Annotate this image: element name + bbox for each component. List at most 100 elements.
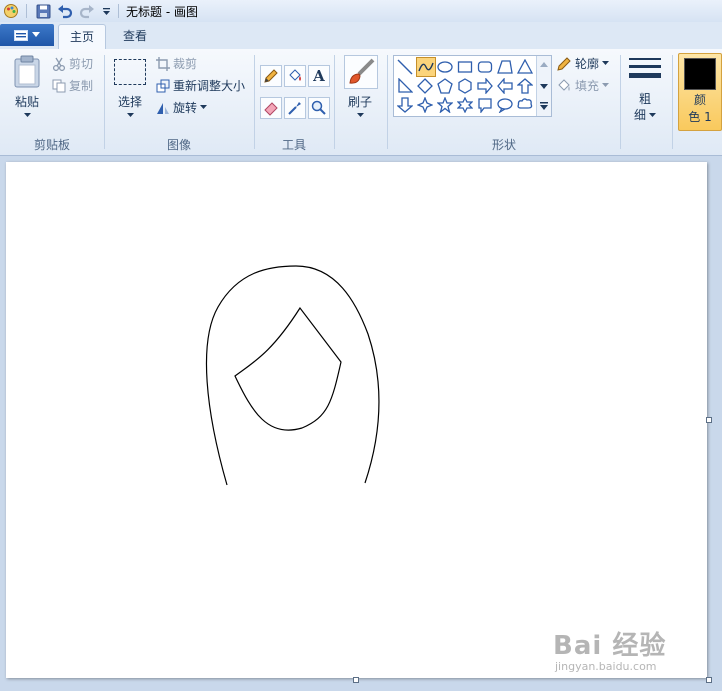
chevron-down-icon — [602, 61, 610, 65]
paint-app-icon[interactable] — [2, 2, 20, 20]
crop-button[interactable]: 裁剪 — [156, 55, 197, 72]
chevron-down-icon[interactable] — [127, 113, 134, 118]
divider — [104, 55, 105, 149]
fill-button[interactable]: 填充 — [556, 77, 610, 94]
polygon-shape[interactable] — [496, 58, 514, 76]
ribbon-home: 粘贴 剪切 复制 剪贴板 选择 裁剪 重新调整大小 旋转 图像 A 工具 刷子 … — [0, 49, 722, 156]
size-button[interactable] — [628, 57, 662, 88]
line-width-icon — [629, 58, 661, 78]
chevron-down-icon — [200, 105, 208, 109]
customize-quick-access-icon[interactable] — [100, 2, 112, 20]
divider — [254, 55, 255, 149]
group-label-tools: 工具 — [281, 138, 306, 152]
magnifier-tool[interactable] — [308, 97, 330, 119]
up-arrow-shape[interactable] — [516, 77, 534, 95]
group-label-clipboard: 剪贴板 — [33, 138, 70, 152]
cut-button[interactable]: 剪切 — [52, 55, 93, 72]
brush-button[interactable] — [344, 55, 378, 89]
magnifier-icon — [311, 100, 326, 115]
paint-menu-button[interactable] — [0, 24, 54, 46]
selection-icon — [114, 59, 146, 85]
color1-label-line2: 色 1 — [688, 110, 712, 124]
chevron-down-icon — [649, 112, 656, 117]
eraser-tool[interactable] — [260, 97, 282, 119]
paste-icon — [14, 55, 40, 88]
curve-shape[interactable] — [416, 57, 436, 77]
redo-icon[interactable] — [78, 2, 96, 20]
gallery-expand-icon[interactable] — [540, 102, 548, 110]
pentagon-shape[interactable] — [436, 77, 454, 95]
scroll-up-icon[interactable] — [540, 62, 548, 67]
size-label-line1: 粗 — [638, 92, 651, 106]
hexagon-shape[interactable] — [456, 77, 474, 95]
color1-button[interactable]: 颜 色 1 — [678, 53, 722, 131]
oval-shape[interactable] — [436, 58, 454, 76]
chevron-down-icon[interactable] — [24, 113, 31, 118]
color-picker-tool[interactable] — [284, 97, 306, 119]
group-label-shapes: 形状 — [491, 138, 516, 152]
tab-home[interactable]: 主页 — [58, 24, 106, 49]
outline-pencil-icon — [557, 56, 571, 71]
cloud-callout-shape[interactable] — [516, 96, 534, 114]
drawn-face-outline — [205, 265, 380, 486]
undo-icon[interactable] — [56, 2, 74, 20]
line-shape[interactable] — [396, 58, 414, 76]
baidu-jingyan-watermark: Bai 经验 jingyan.baidu.com — [553, 625, 666, 673]
divider — [26, 4, 27, 18]
fill-label: 填充 — [575, 79, 600, 93]
divider — [387, 55, 388, 149]
rotate-label: 旋转 — [173, 101, 198, 115]
brush-label: 刷子 — [347, 95, 372, 109]
text-tool[interactable]: A — [308, 65, 330, 87]
paste-label: 粘贴 — [14, 95, 39, 109]
chevron-down-icon[interactable] — [357, 113, 364, 118]
divider — [620, 55, 621, 149]
size-label-line2: 细 — [633, 108, 646, 122]
color1-swatch — [684, 58, 716, 90]
scroll-down-icon[interactable] — [540, 84, 548, 89]
diamond-shape[interactable] — [416, 77, 434, 95]
eraser-icon — [264, 102, 278, 116]
resize-button[interactable]: 重新调整大小 — [156, 77, 245, 94]
tab-view[interactable]: 查看 — [112, 24, 158, 48]
crop-icon — [156, 56, 170, 71]
save-icon[interactable] — [34, 2, 52, 20]
rounded-callout-shape[interactable] — [476, 96, 494, 114]
menu-icon — [14, 29, 28, 41]
divider — [672, 55, 673, 149]
shapes-scrollbar[interactable] — [536, 56, 551, 116]
title-bar: 无标题 - 画图 — [0, 0, 722, 23]
fill-bucket-icon — [289, 69, 301, 81]
shapes-gallery — [393, 55, 552, 117]
six-point-star-shape[interactable] — [456, 96, 474, 114]
four-point-star-shape[interactable] — [416, 96, 434, 114]
fill-tool[interactable] — [284, 65, 306, 87]
pencil-tool[interactable] — [260, 65, 282, 87]
drawing-canvas[interactable] — [6, 162, 707, 678]
outline-button[interactable]: 轮廓 — [556, 55, 610, 72]
canvas-resize-handle-bottom[interactable] — [353, 677, 359, 683]
select-button[interactable] — [114, 59, 146, 85]
triangle-shape[interactable] — [516, 58, 534, 76]
right-arrow-shape[interactable] — [476, 77, 494, 95]
five-point-star-shape[interactable] — [436, 96, 454, 114]
down-arrow-shape[interactable] — [396, 96, 414, 114]
outline-label: 轮廓 — [575, 57, 600, 71]
left-arrow-shape[interactable] — [496, 77, 514, 95]
canvas-resize-handle-right[interactable] — [706, 417, 712, 423]
copy-button[interactable]: 复制 — [52, 77, 93, 94]
brush-icon — [349, 58, 375, 84]
oval-callout-shape[interactable] — [496, 96, 514, 114]
paste-button[interactable] — [12, 55, 42, 92]
select-label: 选择 — [117, 95, 142, 109]
divider — [118, 4, 119, 18]
rectangle-shape[interactable] — [456, 58, 474, 76]
rotate-button[interactable]: 旋转 — [156, 99, 208, 116]
rounded-rectangle-shape[interactable] — [476, 58, 494, 76]
canvas-resize-handle-corner[interactable] — [706, 677, 712, 683]
color1-label-line1: 颜 — [693, 93, 706, 107]
text-icon: A — [313, 67, 325, 85]
right-triangle-shape[interactable] — [396, 77, 414, 95]
copy-icon — [52, 79, 66, 92]
color-picker-icon — [288, 102, 301, 115]
